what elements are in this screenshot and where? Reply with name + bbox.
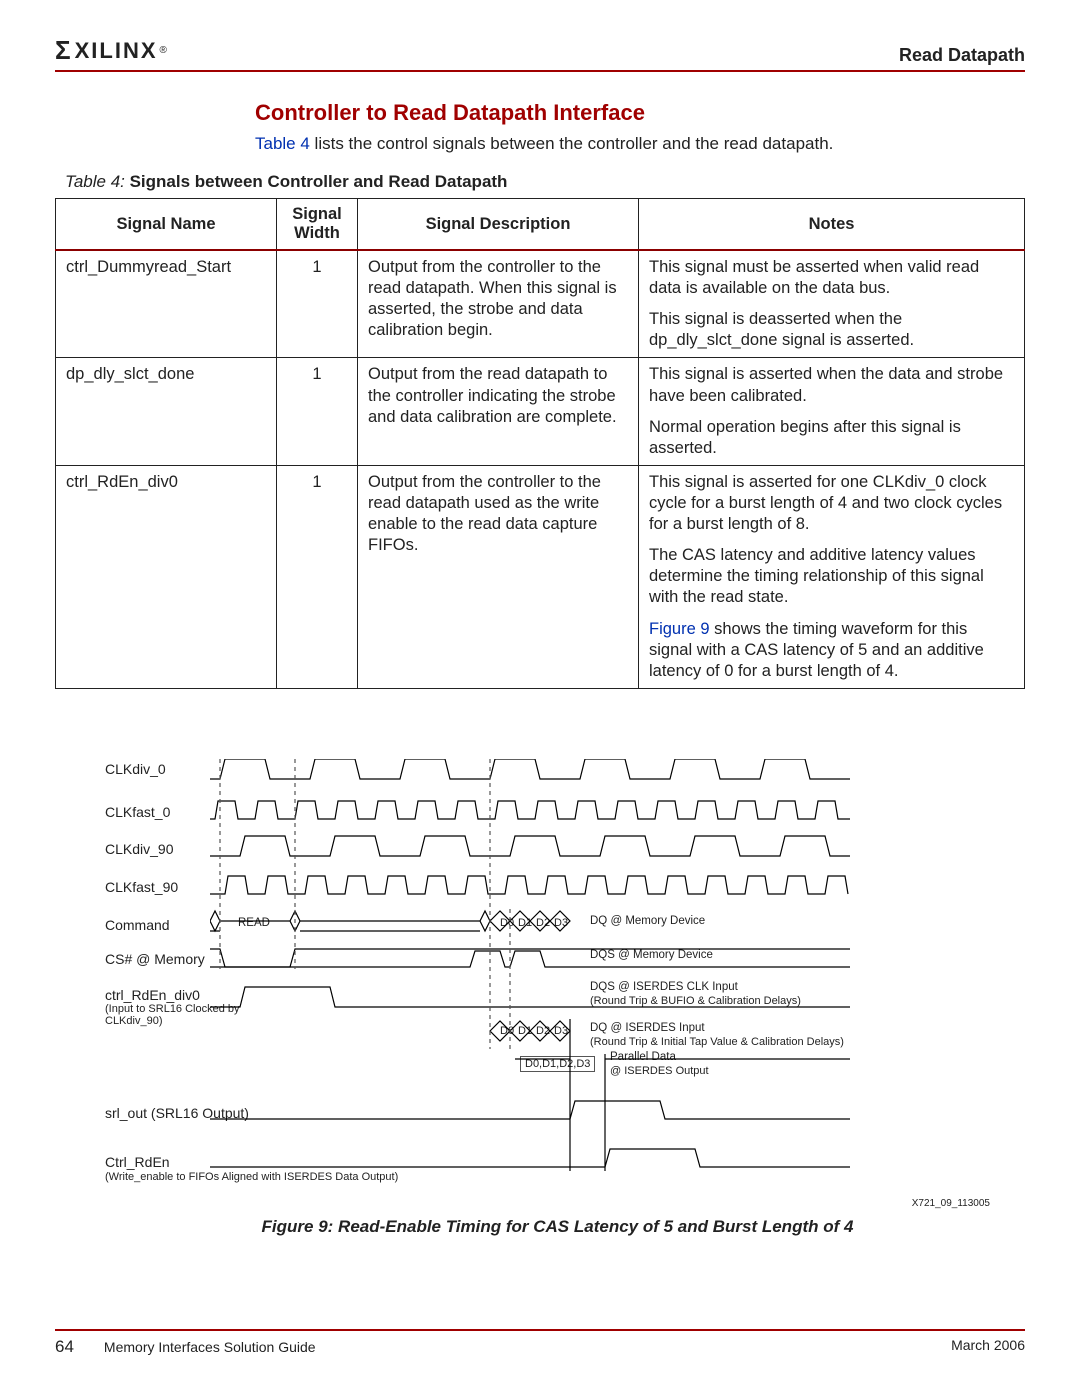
cell-notes: This signal must be asserted when valid … (639, 250, 1025, 358)
cell-width: 1 (277, 250, 358, 358)
col-signal-width: Signal Width (277, 199, 358, 251)
label-ctrl-rden-div0: ctrl_RdEn_div0 (105, 987, 200, 1003)
signals-table: Signal Name Signal Width Signal Descript… (55, 198, 1025, 689)
page-header: Σ XILINX ® Read Datapath (55, 35, 1025, 72)
page-footer: 64 Memory Interfaces Solution Guide Marc… (55, 1329, 1025, 1357)
figure-caption: Figure 9: Read-Enable Timing for CAS Lat… (100, 1217, 1015, 1237)
cell-desc: Output from the controller to the read d… (358, 465, 639, 688)
table-header-row: Signal Name Signal Width Signal Descript… (56, 199, 1025, 251)
cell-name: dp_dly_slct_done (56, 358, 277, 465)
cell-name: ctrl_RdEn_div0 (56, 465, 277, 688)
intro-paragraph: Table 4 lists the control signals betwee… (255, 134, 1025, 154)
page-number: 64 (55, 1337, 74, 1357)
table-caption: Table 4: Signals between Controller and … (65, 172, 1025, 192)
xilinx-logo: Σ XILINX ® (55, 35, 169, 66)
label-cs-mem: CS# @ Memory (105, 951, 205, 967)
label-clkdiv0: CLKdiv_0 (105, 761, 166, 777)
label-command: Command (105, 917, 170, 933)
cell-width: 1 (277, 465, 358, 688)
figure-9: CLKdiv_0 CLKfast_0 CLKdiv_90 CLKfast_90 … (100, 759, 1015, 1237)
cell-width: 1 (277, 358, 358, 465)
table-4-link[interactable]: Table 4 (255, 134, 310, 153)
cell-desc: Output from the read datapath to the con… (358, 358, 639, 465)
figure-9-link[interactable]: Figure 9 (649, 620, 710, 638)
footer-date: March 2006 (951, 1337, 1025, 1357)
cell-name: ctrl_Dummyread_Start (56, 250, 277, 358)
footer-title: Memory Interfaces Solution Guide (104, 1339, 316, 1355)
figure-id: X721_09_113005 (912, 1198, 990, 1209)
label-clkfast90: CLKfast_90 (105, 879, 178, 895)
label-clkfast0: CLKfast_0 (105, 804, 170, 820)
cell-notes: This signal is asserted when the data an… (639, 358, 1025, 465)
col-notes: Notes (639, 199, 1025, 251)
cell-desc: Output from the controller to the read d… (358, 250, 639, 358)
col-signal-name: Signal Name (56, 199, 277, 251)
timing-diagram-svg (210, 759, 930, 1189)
table-row: ctrl_Dummyread_Start 1 Output from the c… (56, 250, 1025, 358)
header-section-label: Read Datapath (899, 45, 1025, 66)
label-clkdiv90: CLKdiv_90 (105, 841, 174, 857)
col-signal-desc: Signal Description (358, 199, 639, 251)
cell-notes: This signal is asserted for one CLKdiv_0… (639, 465, 1025, 688)
table-row: ctrl_RdEn_div0 1 Output from the control… (56, 465, 1025, 688)
logo-text: XILINX (75, 38, 158, 64)
label-ctrl-rden: Ctrl_RdEn (105, 1154, 170, 1170)
registered-icon: ® (160, 45, 169, 56)
table-row: dp_dly_slct_done 1 Output from the read … (56, 358, 1025, 465)
section-title: Controller to Read Datapath Interface (255, 100, 1025, 126)
sigma-icon: Σ (55, 35, 73, 66)
